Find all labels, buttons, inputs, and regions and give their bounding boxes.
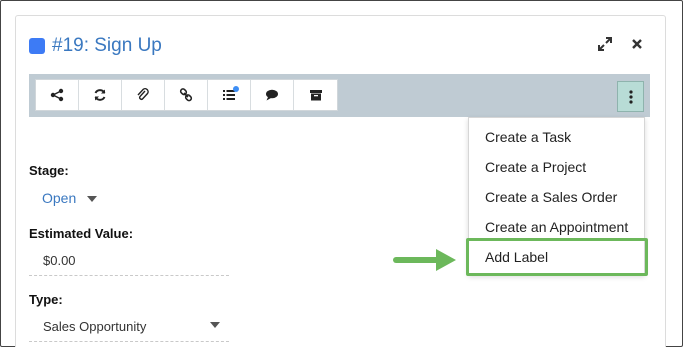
- share-button[interactable]: [36, 80, 79, 110]
- attach-button[interactable]: [122, 80, 165, 110]
- type-dropdown[interactable]: Sales Opportunity: [43, 319, 146, 334]
- menu-item-create-project[interactable]: Create a Project: [485, 159, 586, 175]
- estimated-value-field[interactable]: $0.00: [43, 253, 76, 268]
- toolbar: [29, 74, 650, 117]
- more-vertical-icon: [628, 89, 633, 104]
- estimated-value-label: Estimated Value:: [29, 226, 134, 241]
- menu-item-create-sales-order[interactable]: Create a Sales Order: [485, 189, 617, 205]
- menu-item-create-task[interactable]: Create a Task: [485, 129, 571, 145]
- paperclip-icon: [137, 88, 149, 100]
- archive-button[interactable]: [294, 80, 337, 110]
- record-color-square: [29, 38, 45, 54]
- archive-icon: [309, 90, 322, 101]
- type-underline: [29, 341, 229, 342]
- expand-icon[interactable]: [597, 36, 613, 52]
- menu-item-create-appointment[interactable]: Create an Appointment: [485, 219, 628, 235]
- link-button[interactable]: [165, 80, 208, 110]
- link-icon: [179, 88, 193, 102]
- more-options-button[interactable]: [617, 81, 644, 112]
- refresh-button[interactable]: [79, 80, 122, 110]
- estimated-value-underline: [29, 275, 229, 276]
- comments-button[interactable]: [251, 80, 294, 110]
- share-icon: [50, 88, 64, 102]
- type-chevron-down-icon[interactable]: [210, 322, 220, 328]
- stage-label: Stage:: [29, 163, 69, 178]
- page-title: #19: Sign Up: [52, 35, 162, 56]
- type-label: Type:: [29, 292, 63, 307]
- stage-chevron-down-icon[interactable]: [87, 196, 97, 202]
- comments-icon: [266, 89, 278, 101]
- list-button[interactable]: [208, 80, 251, 110]
- refresh-icon: [94, 89, 106, 101]
- notification-dot: [233, 86, 239, 92]
- stage-dropdown[interactable]: Open: [42, 190, 76, 206]
- close-icon[interactable]: [629, 36, 645, 52]
- callout-arrow-icon: [393, 249, 456, 271]
- add-label-highlight-box: [466, 238, 648, 276]
- toolbar-button-group: [35, 79, 338, 111]
- record-header: #19: Sign Up: [29, 34, 162, 58]
